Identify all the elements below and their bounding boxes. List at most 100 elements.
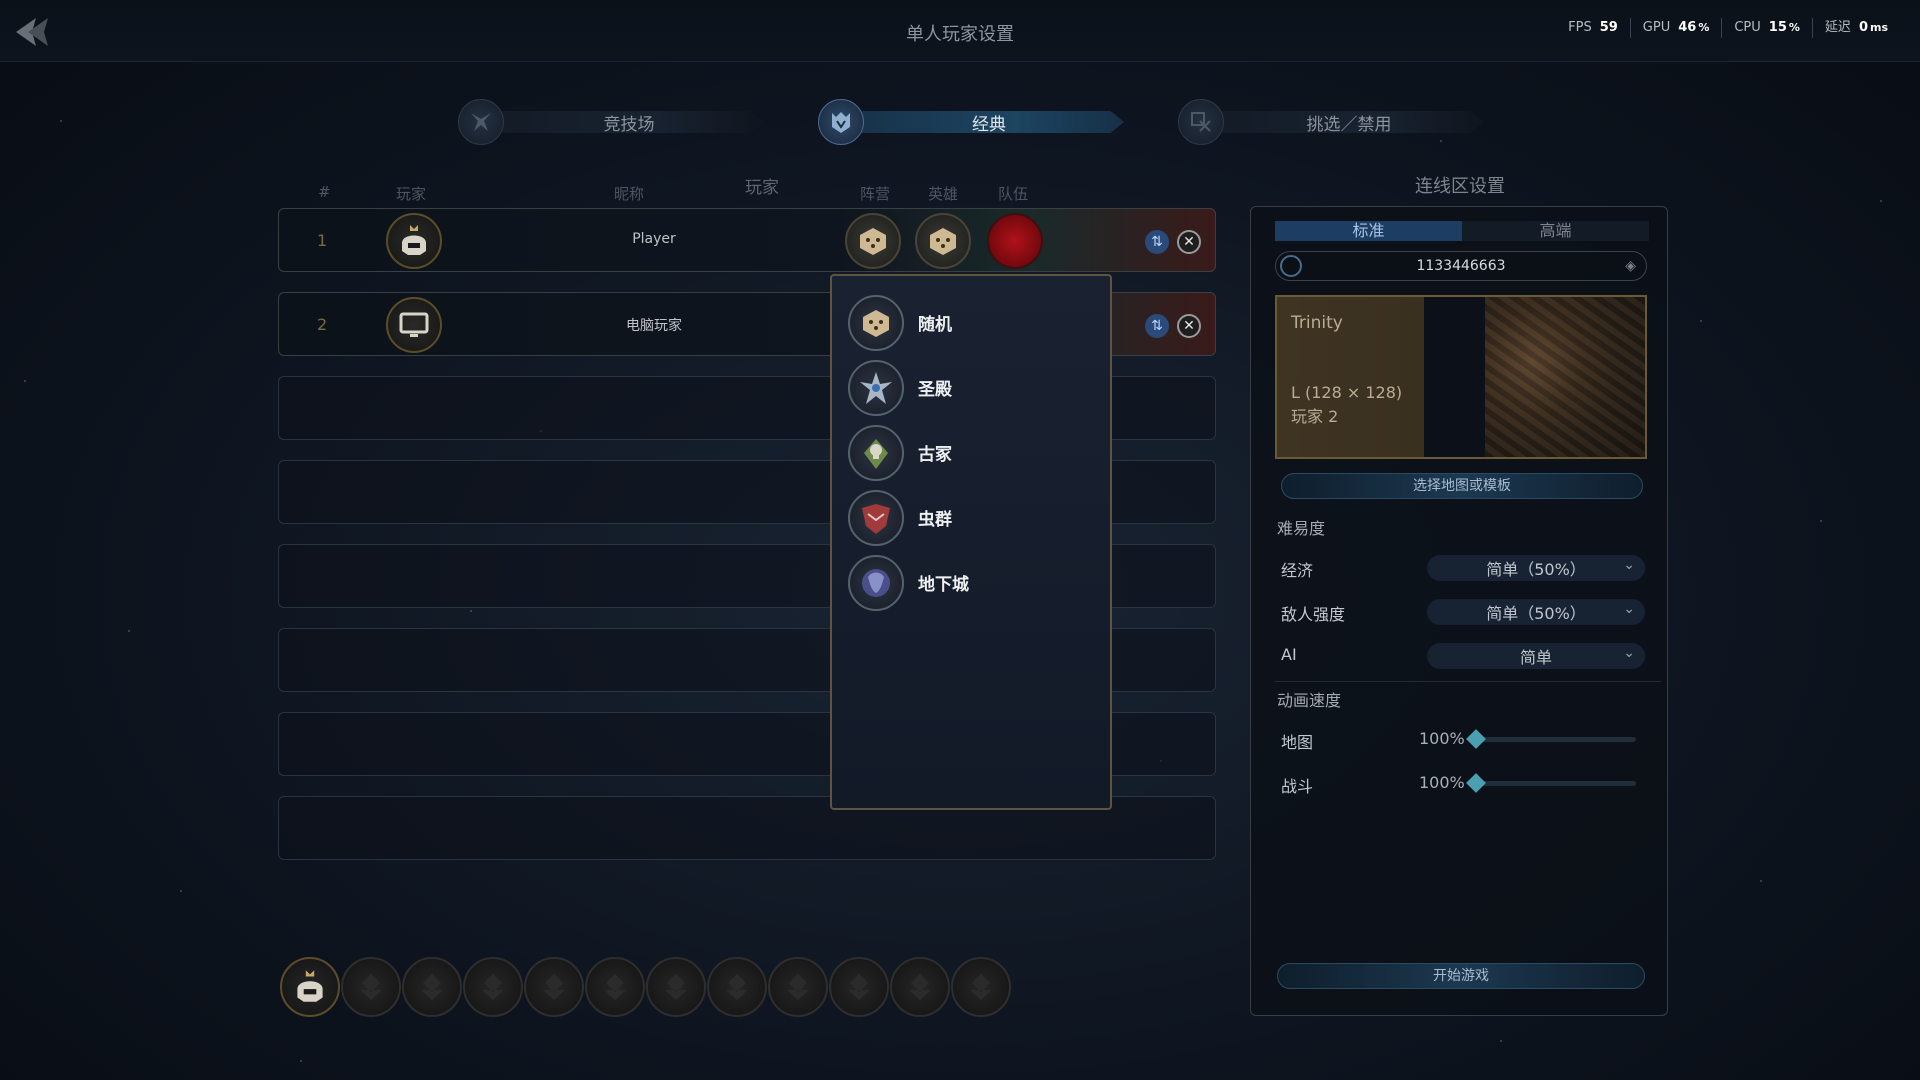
faction-option-label: 地下城 — [918, 575, 969, 595]
tab-classic[interactable]: 经典 — [818, 99, 1124, 145]
gpu-label: GPU — [1642, 20, 1671, 35]
battle-speed-label: 战斗 — [1281, 777, 1314, 796]
map-name: Trinity — [1291, 313, 1343, 333]
empty-avatar-icon[interactable] — [585, 957, 645, 1017]
seed-value: 1133446663 — [1416, 258, 1506, 274]
faction-option-label: 圣殿 — [918, 380, 952, 400]
enemy-strength-label: 敌人强度 — [1281, 605, 1346, 624]
empty-avatar-icon[interactable] — [402, 957, 462, 1017]
cpu-label: CPU — [1734, 20, 1761, 35]
empty-avatar-icon[interactable] — [524, 957, 584, 1017]
economy-value: 简单（50%） — [1486, 560, 1586, 579]
hero-picker-button[interactable] — [915, 213, 971, 269]
player-slot-1[interactable]: 1 Player ⇅ ✕ — [278, 208, 1216, 272]
close-icon[interactable]: ✕ — [1177, 314, 1201, 338]
dice-icon — [848, 294, 904, 351]
empty-avatar-icon[interactable] — [341, 957, 401, 1017]
battle-speed-slider[interactable] — [1466, 773, 1636, 793]
faction-option-necropolis[interactable]: 古冢 — [832, 420, 1110, 485]
player-nickname: 电脑玩家 — [626, 318, 682, 334]
arena-emblem-icon — [458, 99, 504, 145]
select-map-button[interactable]: 选择地图或模板 — [1281, 473, 1643, 499]
monitor-icon[interactable] — [386, 297, 442, 353]
segment-advanced[interactable]: 高端 — [1462, 221, 1649, 241]
map-speed-slider[interactable] — [1466, 729, 1636, 749]
gpu-unit: % — [1698, 21, 1710, 34]
col-head-team: 队伍 — [998, 185, 1029, 203]
segment-standard[interactable]: 标准 — [1275, 221, 1462, 241]
seed-field[interactable]: 1133446663 ◈ — [1275, 251, 1647, 281]
eye-icon[interactable]: ◈ — [1625, 258, 1636, 274]
team-color-button[interactable] — [987, 213, 1043, 269]
tab-arena-label: 竞技场 — [494, 111, 764, 133]
faction-option-random[interactable]: 随机 — [832, 290, 1110, 355]
empty-avatar-icon[interactable] — [463, 957, 523, 1017]
map-size: L (128 × 128) — [1291, 383, 1403, 402]
col-head-faction: 阵营 — [860, 185, 891, 203]
tab-pick-ban[interactable]: 挑选／禁用 — [1178, 99, 1484, 145]
faction-option-label: 古冢 — [918, 445, 952, 465]
enemy-strength-select[interactable]: 简单（50%） ⌄ — [1427, 599, 1645, 625]
close-icon[interactable]: ✕ — [1177, 230, 1201, 254]
col-head-hero: 英雄 — [928, 185, 959, 203]
swap-icon[interactable]: ⇅ — [1145, 230, 1169, 254]
map-players: 玩家 2 — [1291, 407, 1339, 426]
ai-select[interactable]: 简单 ⌄ — [1427, 643, 1645, 669]
dice-icon — [860, 228, 886, 255]
empty-avatar-icon[interactable] — [707, 957, 767, 1017]
slot-number: 2 — [317, 315, 328, 334]
empty-avatar-icon[interactable] — [829, 957, 889, 1017]
gpu-value: 46 — [1678, 20, 1697, 35]
performance-stats: FPS 59 GPU 46 % CPU 15 % 延迟 0 ms — [1556, 18, 1900, 38]
divider — [1275, 681, 1661, 682]
difficulty-label: 难易度 — [1277, 519, 1326, 538]
map-thumbnail — [1485, 297, 1645, 457]
faction-dropdown: 随机 圣殿 古冢 虫群 地下城 — [830, 274, 1112, 810]
empty-avatar-icon[interactable] — [768, 957, 828, 1017]
hive-emblem-icon — [848, 489, 904, 546]
pick-ban-emblem-icon — [1178, 99, 1224, 145]
map-speed-slider-knob[interactable] — [1466, 729, 1486, 749]
necropolis-emblem-icon — [848, 424, 904, 481]
faction-option-label: 虫群 — [918, 510, 952, 530]
player-avatar-bar — [280, 957, 1012, 1017]
economy-label: 经济 — [1281, 561, 1314, 580]
refresh-seed-icon[interactable] — [1280, 255, 1302, 277]
player-nickname: Player — [632, 231, 676, 247]
crowned-helmet-icon[interactable] — [280, 957, 340, 1017]
settings-title: 连线区设置 — [1415, 176, 1505, 197]
map-preview-card[interactable]: Trinity L (128 × 128) 玩家 2 — [1275, 295, 1647, 459]
start-game-button[interactable]: 开始游戏 — [1277, 963, 1645, 989]
chevron-down-icon: ⌄ — [1623, 645, 1635, 661]
ai-value: 简单 — [1519, 648, 1552, 667]
tier-segmented-control: 标准 高端 — [1275, 221, 1649, 241]
fps-value: 59 — [1599, 20, 1618, 35]
empty-avatar-icon[interactable] — [646, 957, 706, 1017]
swap-icon[interactable]: ⇅ — [1145, 314, 1169, 338]
faction-picker-button[interactable] — [845, 213, 901, 269]
economy-select[interactable]: 简单（50%） ⌄ — [1427, 555, 1645, 581]
fps-stat: FPS 59 — [1556, 18, 1630, 38]
battle-speed-slider-knob[interactable] — [1466, 773, 1486, 793]
latency-stat: 延迟 0 ms — [1811, 18, 1900, 38]
faction-option-dungeon[interactable]: 地下城 — [832, 550, 1110, 615]
empty-avatar-icon[interactable] — [890, 957, 950, 1017]
col-head-player: 玩家 — [396, 185, 427, 203]
ai-label: AI — [1281, 645, 1297, 664]
tab-pick-ban-label: 挑选／禁用 — [1214, 111, 1484, 133]
col-head-nickname: 昵称 — [614, 185, 645, 203]
crowned-helmet-icon[interactable] — [386, 213, 442, 269]
tab-arena[interactable]: 竞技场 — [458, 99, 764, 145]
cpu-stat: CPU 15 % — [1721, 18, 1812, 38]
fps-label: FPS — [1568, 20, 1592, 35]
empty-avatar-icon[interactable] — [951, 957, 1011, 1017]
settings-panel: 标准 高端 1133446663 ◈ Trinity L (128 × 128)… — [1250, 206, 1668, 1016]
map-speed-label: 地图 — [1281, 733, 1314, 752]
faction-option-hive[interactable]: 虫群 — [832, 485, 1110, 550]
tab-classic-label: 经典 — [854, 111, 1124, 133]
col-head-num: # — [318, 183, 331, 201]
temple-emblem-icon — [848, 359, 904, 416]
battle-speed-value: 100% — [1419, 773, 1465, 792]
faction-option-temple[interactable]: 圣殿 — [832, 355, 1110, 420]
top-bar: 单人玩家设置 FPS 59 GPU 46 % CPU 15 % 延迟 0 ms — [0, 0, 1920, 62]
